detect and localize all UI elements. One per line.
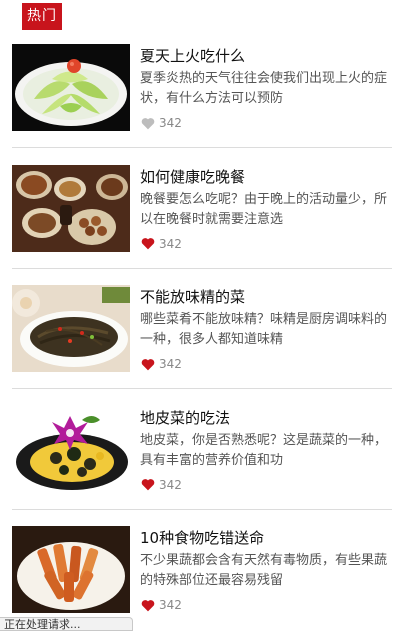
like-count: 342 <box>159 477 182 492</box>
divider <box>12 508 392 510</box>
article-card[interactable]: 地皮菜的吃法 地皮菜，你是否熟悉呢？这是蔬菜的一种，具有丰富的营养价值和功 34… <box>0 405 401 527</box>
article-card[interactable]: 如何健康吃晚餐 晚餐要怎么吃呢？由于晚上的活动量少，所以在晚餐时就需要注意选 3… <box>0 164 401 286</box>
heart-icon[interactable] <box>141 358 155 371</box>
like-count: 342 <box>159 598 182 612</box>
article-thumbnail-egg-stirfry[interactable] <box>12 405 130 493</box>
tab-hot[interactable]: 热门 <box>22 3 62 30</box>
article-thumbnail-cucumber-salad[interactable] <box>12 44 130 131</box>
heart-icon[interactable] <box>141 478 155 491</box>
like-count: 342 <box>159 357 182 371</box>
like-count: 342 <box>159 236 182 251</box>
divider <box>12 388 392 389</box>
heart-icon[interactable] <box>141 117 155 130</box>
heart-icon[interactable] <box>141 599 155 612</box>
article-thumbnail-fried-snack[interactable] <box>12 526 130 613</box>
article-card[interactable]: 不能放味精的菜 哪些菜肴不能放味精？味精是厨房调味料的一种，很多人都知道味精 3… <box>0 285 401 406</box>
article-card[interactable]: 10种食物吃错送命 不少果蔬都会含有天然有毒物质，有些果蔬的特殊部位还最容易残留… <box>0 526 401 631</box>
article-title[interactable]: 10种食物吃错送命 <box>140 527 395 549</box>
loading-status-bar: 正在处理请求... <box>0 617 133 631</box>
article-title[interactable]: 夏天上火吃什么 <box>140 45 395 67</box>
divider <box>12 267 392 269</box>
like-count: 342 <box>159 116 182 130</box>
divider <box>12 147 392 148</box>
article-title[interactable]: 地皮菜的吃法 <box>140 407 395 429</box>
article-title[interactable]: 如何健康吃晚餐 <box>140 166 395 188</box>
article-thumbnail-vegetable-dish[interactable] <box>12 285 130 372</box>
article-thumbnail-dinner-table[interactable] <box>12 164 130 252</box>
like-counter[interactable]: 342 <box>141 236 182 252</box>
like-counter[interactable]: 342 <box>141 597 182 613</box>
article-card[interactable]: 夏天上火吃什么 夏季炎热的天气往往会使我们出现上火的症状，有什么方法可以预防 3… <box>0 44 401 165</box>
article-summary: 不少果蔬都会含有天然有毒物质，有些果蔬的特殊部位还最容易残留 <box>140 553 388 588</box>
article-summary: 夏季炎热的天气往往会使我们出现上火的症状，有什么方法可以预防 <box>140 71 388 106</box>
like-counter[interactable]: 342 <box>141 477 182 493</box>
article-title[interactable]: 不能放味精的菜 <box>140 286 395 308</box>
like-counter[interactable]: 342 <box>141 356 182 372</box>
heart-icon[interactable] <box>141 237 155 250</box>
article-feed: 夏天上火吃什么 夏季炎热的天气往往会使我们出现上火的症状，有什么方法可以预防 3… <box>0 44 401 631</box>
article-summary: 哪些菜肴不能放味精？味精是厨房调味料的一种，很多人都知道味精 <box>140 312 388 347</box>
article-summary: 晚餐要怎么吃呢？由于晚上的活动量少，所以在晚餐时就需要注意选 <box>140 191 388 227</box>
article-summary: 地皮菜，你是否熟悉呢？这是蔬菜的一种，具有丰富的营养价值和功 <box>140 432 388 468</box>
like-counter[interactable]: 342 <box>141 115 182 131</box>
tab-bar: 热门 <box>0 0 401 36</box>
